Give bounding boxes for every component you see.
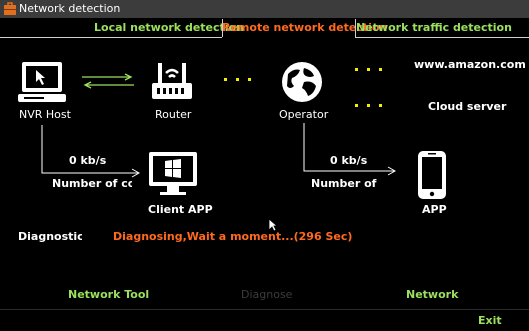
operator-label: Operator <box>279 108 329 121</box>
tab-remote-network-detection[interactable]: Remote network detection <box>222 19 387 37</box>
toolbox-icon <box>4 2 16 15</box>
bottom-bar <box>0 309 529 331</box>
right-connection-count-label: Number of co <box>311 177 377 190</box>
left-speed-label: 0 kb/s <box>69 154 107 167</box>
link-dot <box>367 104 370 107</box>
router-icon <box>152 63 192 99</box>
nvr-host-icon <box>18 62 66 102</box>
tab-network-traffic-detection[interactable]: Network traffic detection <box>356 19 512 37</box>
tab-divider-2 <box>355 19 356 37</box>
mobile-phone-icon <box>418 151 446 199</box>
mouse-cursor-icon <box>268 218 278 232</box>
tab-underline-right <box>355 37 529 38</box>
link-dot <box>355 104 358 107</box>
link-dot <box>236 78 239 81</box>
network-tool-button[interactable]: Network Tool <box>68 288 149 301</box>
amazon-server-label: www.amazon.com <box>414 58 526 71</box>
window-title: Network detection <box>19 2 121 15</box>
operator-globe-icon <box>282 62 322 102</box>
tab-local-network-detection[interactable]: Local network detection <box>94 19 244 37</box>
link-dot <box>248 78 251 81</box>
client-app-monitor-icon <box>149 152 197 195</box>
diagnostic-result-label: Diagnostic Re <box>18 230 82 243</box>
link-dot <box>224 78 227 81</box>
client-app-label: Client APP <box>148 203 213 216</box>
link-dot <box>379 104 382 107</box>
bidirectional-arrow-icon <box>82 73 134 89</box>
right-speed-label: 0 kb/s <box>330 154 368 167</box>
app-label: APP <box>422 203 447 216</box>
cloud-server-label: Cloud server <box>428 100 507 113</box>
left-connection-count-label: Number of co <box>52 177 132 190</box>
router-label: Router <box>155 108 192 121</box>
link-dot <box>355 68 358 71</box>
diagnose-button[interactable]: Diagnose <box>241 288 292 301</box>
nvr-host-label: NVR Host <box>19 108 71 121</box>
tab-divider-1 <box>222 19 223 37</box>
exit-button[interactable]: Exit <box>478 314 502 327</box>
title-bar: Network detection <box>0 0 529 18</box>
tab-underline-left <box>0 37 222 38</box>
network-button[interactable]: Network <box>406 288 458 301</box>
link-dot <box>379 68 382 71</box>
link-dot <box>367 68 370 71</box>
diagnosing-status-text: Diagnosing,Wait a moment...(296 Sec) <box>113 230 353 243</box>
network-detection-window: Network detection Local network detectio… <box>0 0 529 331</box>
